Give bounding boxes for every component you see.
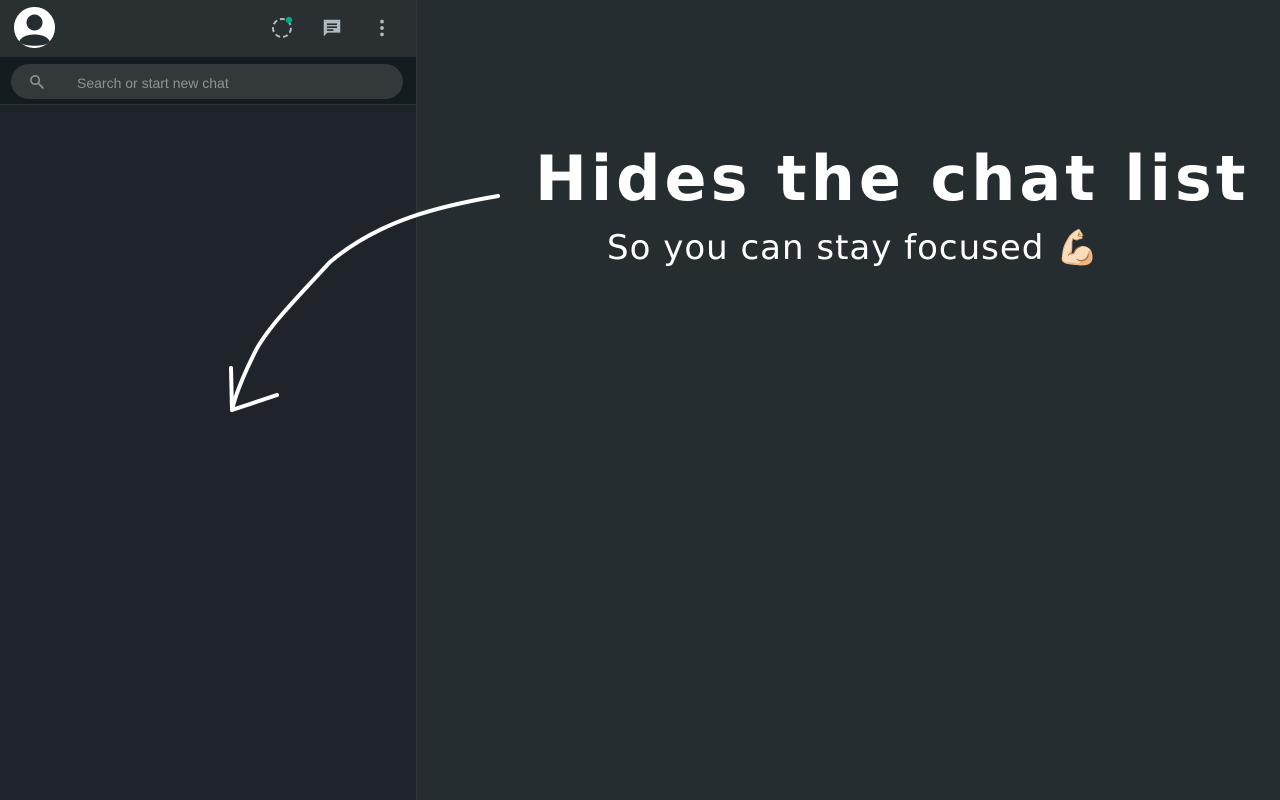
menu-icon xyxy=(380,19,384,37)
new-chat-icon xyxy=(323,19,341,37)
promo-title: Hides the chat list xyxy=(535,142,1250,215)
avatar[interactable] xyxy=(14,7,55,48)
main-panel: Hides the chat list So you can stay focu… xyxy=(417,0,1280,800)
promo-subtitle: So you can stay focused 💪🏻 xyxy=(607,228,1100,268)
new-chat-button[interactable] xyxy=(318,14,346,42)
menu-button[interactable] xyxy=(368,14,396,42)
search-bar xyxy=(0,57,416,105)
status-icon xyxy=(272,16,293,38)
sidebar-header xyxy=(0,0,416,57)
search-input[interactable] xyxy=(75,64,399,101)
search-box[interactable] xyxy=(11,64,403,101)
status-button[interactable] xyxy=(268,14,296,42)
app-window: Hides the chat list So you can stay focu… xyxy=(0,0,1280,800)
search-icon xyxy=(30,75,44,89)
sidebar xyxy=(0,0,417,800)
header-icons xyxy=(268,14,396,42)
person-avatar-icon xyxy=(14,7,55,48)
